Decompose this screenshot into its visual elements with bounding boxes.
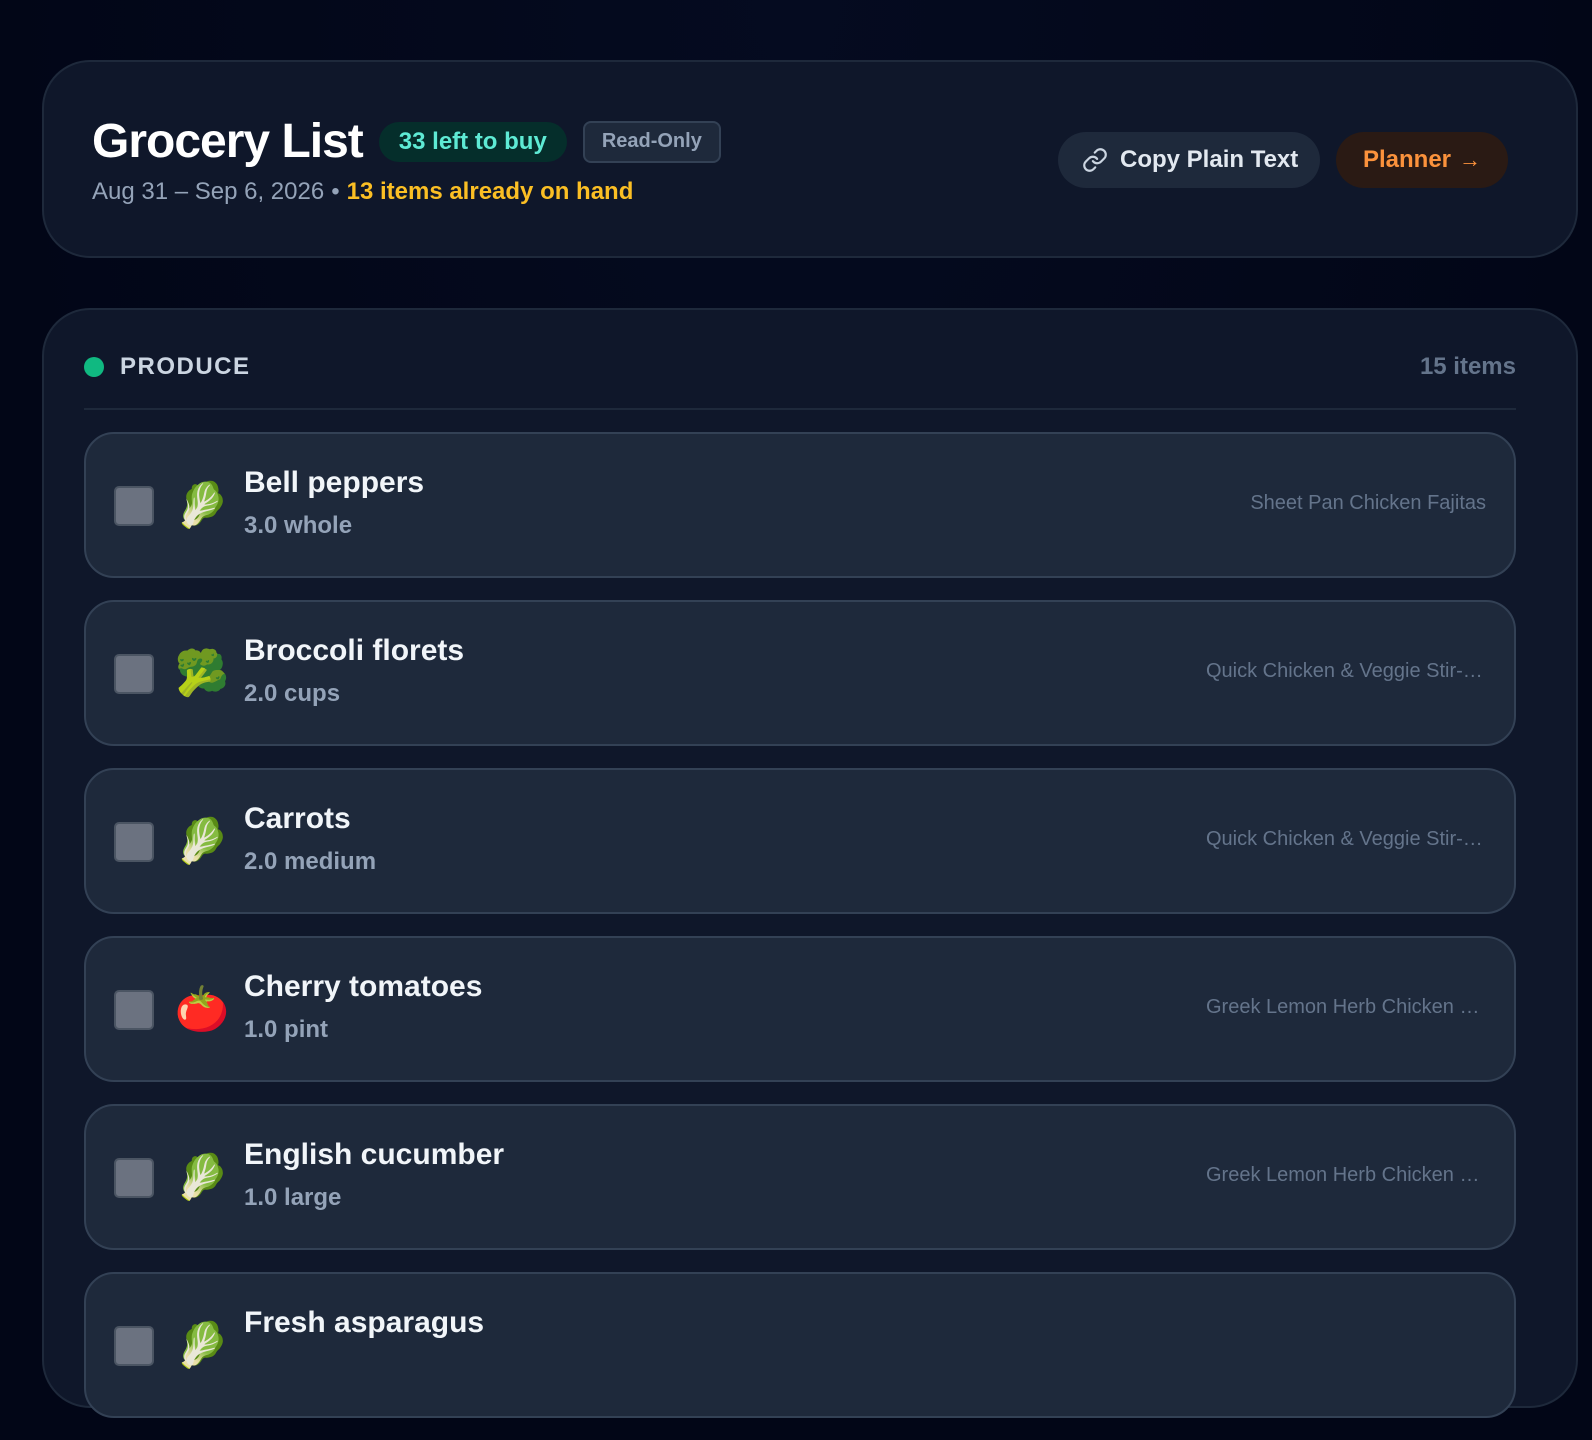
item-name: Carrots — [244, 802, 351, 835]
item-checkbox[interactable] — [114, 654, 154, 694]
item-name: English cucumber — [244, 1138, 505, 1171]
arrow-right-icon: → — [1459, 147, 1482, 172]
item-name: Fresh asparagus — [244, 1306, 485, 1339]
item-list: 🥬 Bell peppers 3.0 whole Sheet Pan Chick… — [84, 432, 1516, 1440]
list-item[interactable]: 🥬 English cucumber 1.0 large Greek Lemon… — [84, 1104, 1516, 1250]
produce-section: PRODUCE 15 items 🥬 Bell peppers 3.0 whol… — [42, 308, 1578, 1418]
item-name: Bell peppers — [244, 466, 425, 499]
title-row: Grocery List 33 left to buy Read-Only — [92, 114, 721, 169]
header-card: Grocery List 33 left to buy Read-Only Au… — [42, 60, 1578, 258]
page-title: Grocery List — [92, 115, 364, 168]
item-checkbox[interactable] — [114, 486, 154, 526]
leafy-green-icon: 🥬 — [174, 1153, 230, 1202]
list-item[interactable]: 🥦 Broccoli florets 2.0 cups Quick Chicke… — [84, 600, 1516, 746]
date-range: Aug 31 – Sep 6, 2026 — [92, 178, 325, 205]
item-checkbox[interactable] — [114, 822, 154, 862]
planner-label: Planner — [1362, 146, 1452, 173]
subtitle-separator: • — [331, 178, 340, 205]
section-dot-icon — [84, 357, 104, 377]
subtitle: Aug 31 – Sep 6, 2026 • 13 items already … — [92, 178, 633, 206]
section-title: PRODUCE — [120, 353, 251, 380]
link-icon — [1083, 148, 1107, 172]
left-to-buy-badge: 33 left to buy — [378, 121, 567, 162]
section-item-count: 15 items — [1419, 353, 1516, 380]
item-quantity: 1.0 large — [244, 1184, 342, 1211]
item-quantity: 1.0 pint — [244, 1016, 329, 1043]
item-quantity: 2.0 cups — [244, 680, 341, 707]
item-checkbox[interactable] — [114, 1158, 154, 1198]
copy-plain-text-button[interactable]: Copy Plain Text — [1058, 132, 1320, 188]
copy-plain-text-label: Copy Plain Text — [1120, 146, 1299, 173]
read-only-badge: Read-Only — [582, 120, 721, 163]
leafy-green-icon: 🥬 — [174, 817, 230, 866]
item-recipe: Greek Lemon Herb Chicken Bowls — [1206, 1164, 1486, 1186]
tomato-icon: 🍅 — [174, 985, 230, 1034]
planner-button[interactable]: Planner → — [1336, 132, 1508, 188]
item-quantity: 3.0 whole — [244, 512, 353, 539]
list-item[interactable]: 🍅 Cherry tomatoes 1.0 pint Greek Lemon H… — [84, 936, 1516, 1082]
section-title-group: PRODUCE — [84, 353, 251, 381]
item-recipe: Sheet Pan Chicken Fajitas — [1250, 492, 1486, 514]
item-quantity: 2.0 medium — [244, 848, 377, 875]
item-recipe: Quick Chicken & Veggie Stir-Fry — [1206, 660, 1486, 682]
item-checkbox[interactable] — [114, 990, 154, 1030]
broccoli-icon: 🥦 — [174, 649, 230, 698]
item-recipe: Quick Chicken & Veggie Stir-Fry — [1206, 828, 1486, 850]
item-checkbox[interactable] — [114, 1326, 154, 1366]
leafy-green-icon: 🥬 — [174, 1321, 230, 1370]
leafy-green-icon: 🥬 — [174, 481, 230, 530]
item-name: Cherry tomatoes — [244, 970, 483, 1003]
list-item[interactable]: 🥬 Bell peppers 3.0 whole Sheet Pan Chick… — [84, 432, 1516, 578]
list-item[interactable]: 🥬 Carrots 2.0 medium Quick Chicken & Veg… — [84, 768, 1516, 914]
list-item[interactable]: 🥬 Fresh asparagus — [84, 1272, 1516, 1418]
item-recipe: Greek Lemon Herb Chicken Bowls — [1206, 996, 1486, 1018]
on-hand-count: 13 items already on hand — [346, 178, 634, 205]
item-name: Broccoli florets — [244, 634, 465, 667]
section-header: PRODUCE 15 items — [84, 344, 1516, 410]
